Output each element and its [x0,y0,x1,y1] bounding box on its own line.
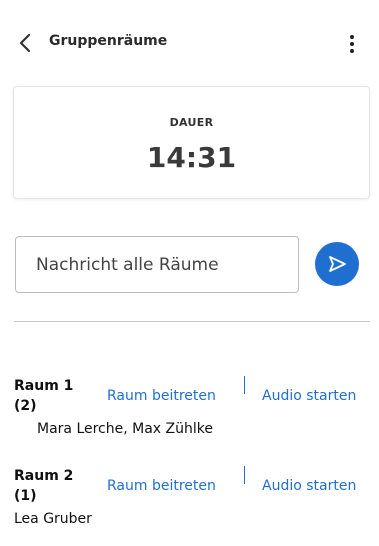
more-vertical-icon-dot [350,49,354,53]
duration-card: DAUER 14:31 [13,86,370,199]
more-vertical-icon-dot [350,42,354,46]
start-audio-link[interactable]: Audio starten [262,388,356,404]
back-button[interactable] [14,31,36,55]
duration-label: DAUER [169,116,214,129]
header: Gruppenräume [0,0,379,86]
chevron-left-icon [19,33,31,53]
duration-value: 14:31 [146,141,237,174]
room-row: Raum 2 (1) Raum beitreten Audio starten … [0,466,379,546]
room-members: Lea Gruber [14,511,92,527]
broadcast-message-input[interactable] [15,236,299,293]
room-name: Raum 2 (1) [14,468,74,504]
send-button[interactable] [315,242,359,286]
join-room-link[interactable]: Raum beitreten [107,388,216,404]
page-title: Gruppenräume [49,33,168,49]
divider [14,321,370,322]
more-options-button[interactable] [343,30,361,58]
send-icon [329,256,346,272]
join-room-link[interactable]: Raum beitreten [107,478,216,494]
more-vertical-icon [350,35,354,39]
link-separator [244,466,245,484]
room-members: Mara Lerche, Max Zühlke [37,421,213,437]
room-row: Raum 1 (2) Raum beitreten Audio starten … [0,376,379,456]
link-separator [244,376,245,394]
room-name: Raum 1 (2) [14,378,74,414]
start-audio-link[interactable]: Audio starten [262,478,356,494]
